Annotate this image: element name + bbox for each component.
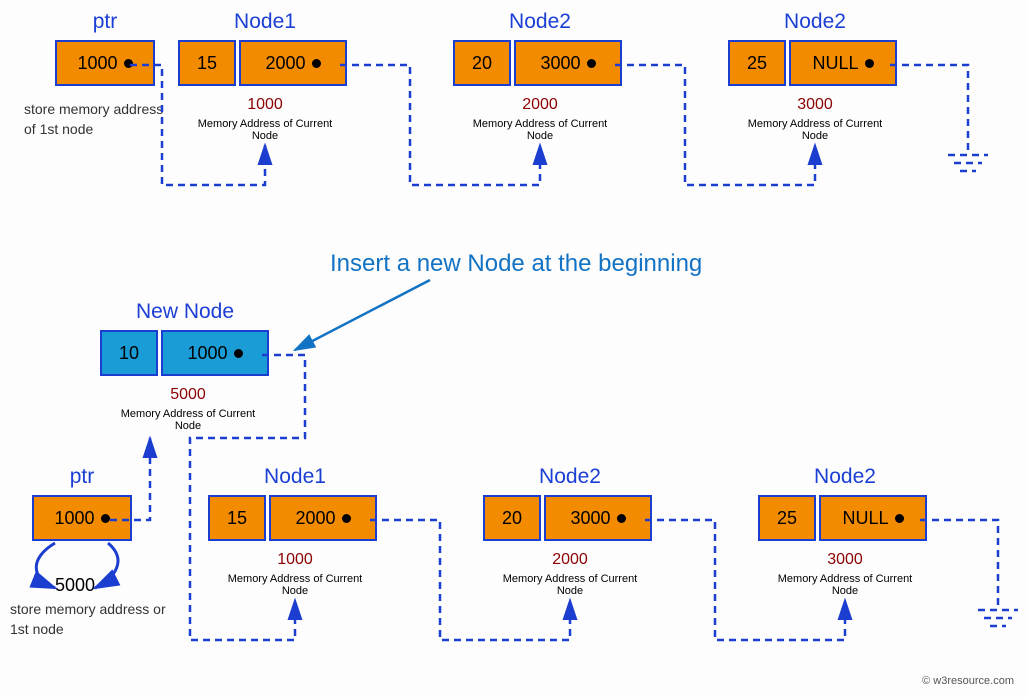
node-data-cell: 15 — [178, 40, 236, 86]
node-caption: Memory Address of Current Node — [490, 573, 650, 597]
node-box: 25 NULL — [758, 495, 927, 541]
pointer-dot-icon — [895, 514, 904, 523]
node-box: 15 2000 — [178, 40, 347, 86]
node-data-cell: 15 — [208, 495, 266, 541]
node-caption: Memory Address of Current Node — [765, 573, 925, 597]
new-node-box: 10 1000 — [100, 330, 269, 376]
node-next-text: 2000 — [265, 53, 305, 74]
node-next-text: 2000 — [295, 508, 335, 529]
node-title: Node1 — [255, 465, 335, 489]
new-node-addr: 5000 — [148, 386, 228, 404]
new-node-caption: Memory Address of Current Node — [108, 408, 268, 432]
new-node-title: New Node — [130, 300, 240, 324]
node-title: Node1 — [225, 10, 305, 34]
node-title: Node2 — [805, 465, 885, 489]
node-data-cell: 20 — [483, 495, 541, 541]
node-next-text: 3000 — [540, 53, 580, 74]
node-data-cell: 20 — [453, 40, 511, 86]
pointer-dot-icon — [101, 514, 110, 523]
node-addr: 2000 — [530, 551, 610, 569]
node-next-cell: 3000 — [514, 40, 622, 86]
node-title: Node2 — [500, 10, 580, 34]
node-data-cell: 25 — [728, 40, 786, 86]
pointer-dot-icon — [312, 59, 321, 68]
ptr-value-bottom: 1000 — [32, 495, 132, 541]
pointer-dot-icon — [865, 59, 874, 68]
ptr-value-text-top: 1000 — [77, 53, 117, 74]
node-addr: 3000 — [805, 551, 885, 569]
node-box: 25 NULL — [728, 40, 897, 86]
ptr-title-bottom: ptr — [52, 465, 112, 489]
node-box: 20 3000 — [453, 40, 622, 86]
node-next-cell: 3000 — [544, 495, 652, 541]
node-next-text: NULL — [842, 508, 888, 529]
node-caption: Memory Address of Current Node — [735, 118, 895, 142]
ptr-box-bottom: 1000 — [32, 495, 132, 541]
node-next-cell: NULL — [819, 495, 927, 541]
node-next-cell: NULL — [789, 40, 897, 86]
ptr-replacement-value: 5000 — [55, 575, 95, 596]
node-box: 15 2000 — [208, 495, 377, 541]
pointer-dot-icon — [124, 59, 133, 68]
node-addr: 2000 — [500, 96, 580, 114]
diagram-canvas: ptr 1000 store memory address of 1st nod… — [0, 0, 1029, 697]
node-caption: Memory Address of Current Node — [215, 573, 375, 597]
node-next-cell: 2000 — [239, 40, 347, 86]
ptr-desc-top: store memory address of 1st node — [24, 100, 164, 139]
pointer-dot-icon — [342, 514, 351, 523]
node-next-text: NULL — [812, 53, 858, 74]
pointer-dot-icon — [587, 59, 596, 68]
node-caption: Memory Address of Current Node — [185, 118, 345, 142]
new-node-data-cell: 10 — [100, 330, 158, 376]
node-addr: 1000 — [255, 551, 335, 569]
ptr-box-top: 1000 — [55, 40, 155, 86]
node-addr: 1000 — [225, 96, 305, 114]
ptr-title-top: ptr — [75, 10, 135, 34]
ptr-value-top: 1000 — [55, 40, 155, 86]
node-title: Node2 — [530, 465, 610, 489]
pointer-dot-icon — [234, 349, 243, 358]
insert-title: Insert a new Node at the beginning — [330, 250, 702, 278]
node-caption: Memory Address of Current Node — [460, 118, 620, 142]
node-next-cell: 2000 — [269, 495, 377, 541]
node-addr: 3000 — [775, 96, 855, 114]
ptr-desc-bottom: store memory address or 1st node — [10, 600, 170, 639]
node-title: Node2 — [775, 10, 855, 34]
node-next-text: 3000 — [570, 508, 610, 529]
node-box: 20 3000 — [483, 495, 652, 541]
ptr-value-text-bottom: 1000 — [54, 508, 94, 529]
pointer-dot-icon — [617, 514, 626, 523]
new-node-next-cell: 1000 — [161, 330, 269, 376]
footer-credit: © w3resource.com — [922, 675, 1014, 687]
new-node-next-text: 1000 — [187, 343, 227, 364]
node-data-cell: 25 — [758, 495, 816, 541]
